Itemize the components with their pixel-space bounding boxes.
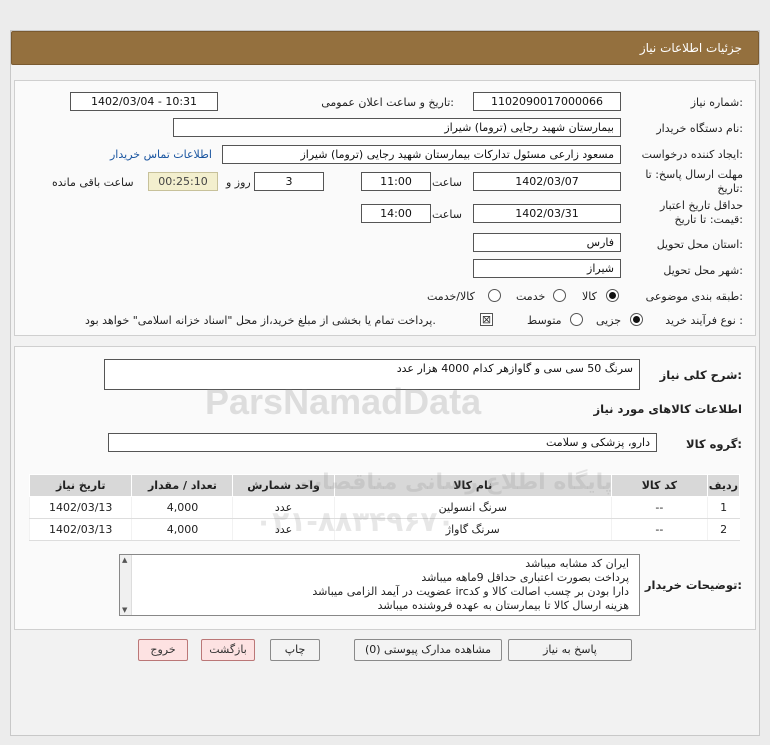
- reply-button[interactable]: پاسخ به نیاز: [508, 639, 632, 661]
- validity-time-label: ساعت: [432, 208, 462, 221]
- process-radio-minor[interactable]: [630, 313, 643, 326]
- category-radio-goods[interactable]: [606, 289, 619, 302]
- cell-unit: عدد: [232, 496, 335, 519]
- summary-label: شرح کلی نیاز:: [659, 368, 742, 382]
- reply-date-field: 1402/03/07: [473, 172, 621, 191]
- category-option-service: خدمت: [516, 290, 546, 303]
- process-label: نوع فرآیند خرید :: [665, 314, 743, 327]
- process-radio-medium[interactable]: [570, 313, 583, 326]
- note-line: دارا بودن بر چسب اصالت کالا و کدirc عضوی…: [312, 585, 629, 598]
- goods-group-field: دارو، پزشکی و سلامت: [108, 433, 657, 452]
- process-option-minor: جزیی: [596, 314, 622, 327]
- payment-note: پرداخت تمام یا بخشی از مبلغ خرید،از محل …: [85, 314, 436, 327]
- scroll-up-icon[interactable]: ▲: [122, 556, 127, 564]
- cell-name: سرنگ انسولین: [333, 496, 612, 519]
- col-code: کد کالا: [610, 474, 708, 497]
- process-option-medium: متوسط: [527, 314, 562, 327]
- validity-label: حداقل تاریخ اعتبار: [659, 199, 743, 212]
- table-row: 2 -- سرنگ گاواژ عدد 4,000 1402/03/13: [28, 518, 740, 541]
- category-option-goods-service: کالا/خدمت: [427, 290, 475, 303]
- category-radio-goods-service[interactable]: [488, 289, 501, 302]
- city-label: شهر محل تحویل:: [663, 264, 743, 277]
- reply-time-field: 11:00: [361, 172, 431, 191]
- col-row: ردیف: [706, 474, 741, 497]
- summary-field: سرنگ 50 سی سی و گاوازهر کدام 4000 هزار ع…: [104, 359, 640, 390]
- table-row: 1 -- سرنگ انسولین عدد 4,000 1402/03/13: [28, 496, 740, 519]
- validity-date-field: 1402/03/31: [473, 204, 621, 223]
- goods-group-label: گروه کالا:: [686, 437, 742, 451]
- days-field: 3: [254, 172, 324, 191]
- notes-scrollbar[interactable]: ▲ ▼: [120, 555, 132, 615]
- creator-field: مسعود زارعی مسئول تدارکات بیمارستان شهید…: [222, 145, 621, 164]
- need-number-label: شماره نیاز:: [690, 96, 743, 109]
- cell-row: 1: [706, 496, 740, 519]
- reply-deadline-label: مهلت ارسال پاسخ: تا: [645, 168, 743, 181]
- validity-time-field: 14:00: [361, 204, 431, 223]
- cell-qty: 4,000: [131, 518, 233, 541]
- buyer-field: بیمارستان شهید رجایی (تروما) شیراز: [173, 118, 621, 137]
- reply-time-label: ساعت: [432, 176, 462, 189]
- note-line: پرداخت بصورت اعتباری حداقل 9ماهه میباشد: [421, 571, 629, 584]
- cell-unit: عدد: [232, 518, 335, 541]
- cell-qty: 4,000: [131, 496, 233, 519]
- note-line: هزینه ارسال کالا تا بیمارستان به عهده فر…: [377, 599, 629, 612]
- page-title-bar: جزئیات اطلاعات نیاز: [11, 31, 759, 65]
- remaining-label: ساعت باقی مانده: [52, 176, 134, 189]
- treasury-checkbox[interactable]: ⊠: [480, 313, 493, 326]
- validity-label-2: قیمت: تا تاریخ:: [674, 213, 743, 226]
- category-label: طبقه بندی موضوعی:: [645, 290, 743, 303]
- days-label: روز و: [226, 176, 251, 189]
- city-field: شیراز: [473, 259, 621, 278]
- buyer-notes-label: توضیحات خریدار:: [644, 578, 742, 592]
- goods-section-title: اطلاعات کالاهای مورد نیاز: [593, 402, 742, 416]
- exit-button[interactable]: خروج: [138, 639, 188, 661]
- province-label: استان محل تحویل:: [656, 238, 743, 251]
- print-button[interactable]: چاپ: [270, 639, 320, 661]
- announce-field: 1402/03/04 - 10:31: [70, 92, 218, 111]
- buyer-notes-box[interactable]: ایران کد مشابه میباشد پرداخت بصورت اعتبا…: [119, 554, 640, 616]
- view-docs-button[interactable]: مشاهده مدارک پیوستی (0): [354, 639, 502, 661]
- category-radio-service[interactable]: [553, 289, 566, 302]
- col-qty: تعداد / مقدار: [131, 474, 234, 497]
- need-number-field: 1102090017000066: [473, 92, 621, 111]
- goods-table: ردیف کد کالا نام کالا واحد شمارش تعداد /…: [28, 474, 741, 541]
- cell-code: --: [610, 496, 708, 519]
- cell-code: --: [610, 518, 708, 541]
- announce-label: تاریخ و ساعت اعلان عمومی:: [321, 96, 454, 109]
- page-title: جزئیات اطلاعات نیاز: [639, 41, 742, 55]
- cell-name: سرنگ گاواژ: [333, 518, 612, 541]
- col-name: نام کالا: [333, 474, 612, 497]
- col-unit: واحد شمارش: [232, 474, 335, 497]
- buyer-contact-link[interactable]: اطلاعات تماس خریدار: [110, 148, 212, 161]
- reply-deadline-label-2: تاریخ:: [717, 182, 743, 195]
- cell-date: 1402/03/13: [28, 518, 132, 541]
- remaining-time-field: 00:25:10: [148, 172, 218, 191]
- note-line: ایران کد مشابه میباشد: [525, 557, 629, 570]
- scroll-down-icon[interactable]: ▼: [122, 606, 127, 614]
- category-option-goods: کالا: [582, 290, 597, 303]
- col-date: تاریخ نیاز: [28, 474, 133, 497]
- creator-label: ایجاد کننده درخواست:: [641, 148, 743, 161]
- back-button[interactable]: بازگشت: [201, 639, 255, 661]
- cell-date: 1402/03/13: [28, 496, 132, 519]
- buyer-label: نام دستگاه خریدار:: [656, 122, 743, 135]
- cell-row: 2: [706, 518, 740, 541]
- province-field: فارس: [473, 233, 621, 252]
